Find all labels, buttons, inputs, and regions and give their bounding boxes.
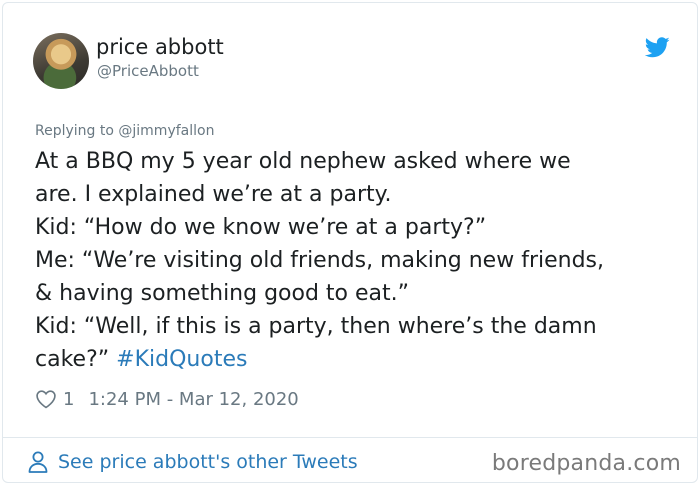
heart-icon[interactable] (35, 389, 57, 409)
user-handle[interactable]: @PriceAbbott (97, 62, 199, 80)
tweet-line: Kid: “How do we know we’re at a party?” (35, 215, 487, 240)
twitter-bird-icon[interactable] (645, 37, 670, 58)
tweet-line: Me: “We’re visiting old friends, making … (35, 248, 605, 273)
see-other-tweets-link[interactable]: See price abbott's other Tweets (28, 451, 358, 473)
tweet-card: price abbott @PriceAbbott Replying to @j… (2, 2, 698, 483)
tweet-last-line: cake?” #KidQuotes (35, 343, 675, 376)
replying-to: Replying to @jimmyfallon (35, 123, 214, 139)
tweet-meta: 1 1:24 PM - Mar 12, 2020 (35, 386, 299, 412)
user-name[interactable]: price abbott (96, 35, 224, 59)
like-count: 1 (63, 388, 75, 410)
avatar[interactable] (33, 33, 89, 89)
hashtag-link[interactable]: #KidQuotes (116, 347, 247, 372)
person-icon (28, 451, 48, 473)
tweet-timestamp[interactable]: 1:24 PM - Mar 12, 2020 (88, 389, 298, 410)
replying-prefix: Replying to (35, 123, 114, 139)
tweet-line: & having something good to eat.” (35, 281, 410, 306)
tweet-line: are. I explained we’re at a party. (35, 182, 392, 207)
see-other-tweets-label[interactable]: See price abbott's other Tweets (58, 451, 358, 473)
watermark-text: boredpanda.com (491, 451, 681, 476)
footer-divider (3, 437, 697, 438)
tweet-line: cake?” (35, 347, 110, 372)
reply-mention-link[interactable]: @jimmyfallon (118, 123, 214, 139)
tweet-line: Kid: “Well, if this is a party, then whe… (35, 314, 597, 339)
tweet-line: At a BBQ my 5 year old nephew asked wher… (35, 149, 571, 174)
tweet-text: At a BBQ my 5 year old nephew asked wher… (35, 145, 675, 376)
